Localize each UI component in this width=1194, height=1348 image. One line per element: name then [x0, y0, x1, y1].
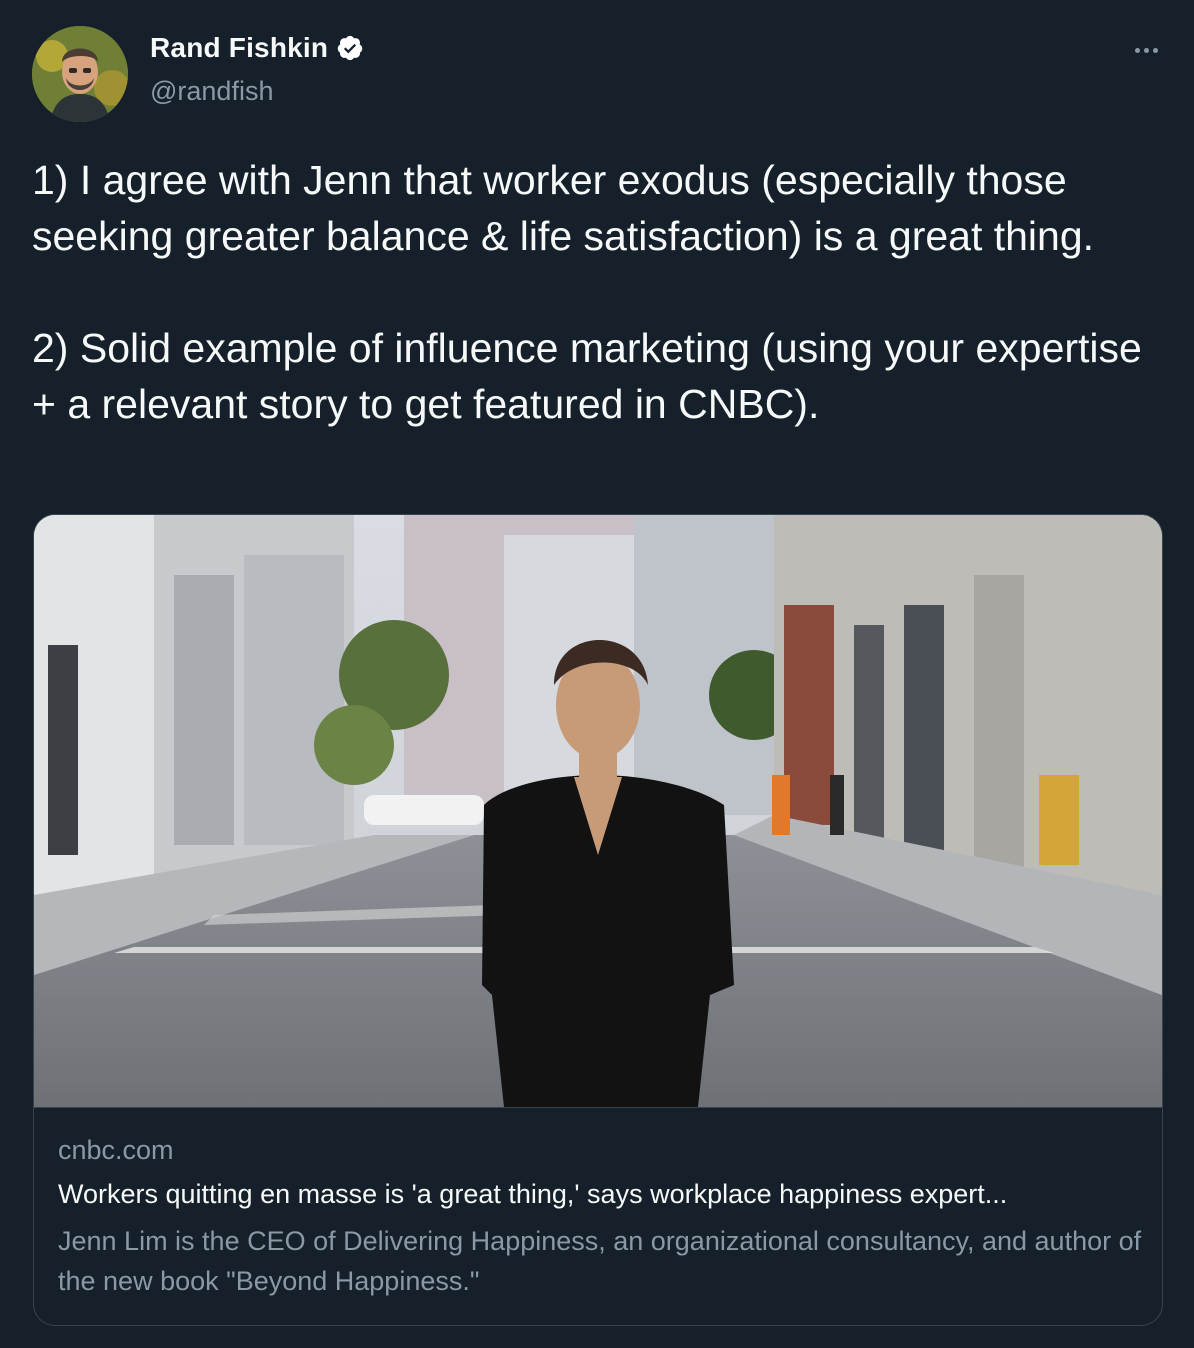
dot	[1134, 47, 1140, 53]
tweet-paragraph: 1) I agree with Jenn that worker exodus …	[32, 157, 1095, 259]
tweet: Rand Fishkin @randfish 1) I agree with J…	[0, 0, 1194, 1348]
verified-badge-icon	[336, 34, 364, 62]
card-title[interactable]: Workers quitting en masse is 'a great th…	[58, 1179, 1138, 1210]
dot	[1143, 47, 1149, 53]
avatar[interactable]	[32, 26, 128, 122]
avatar-image	[32, 26, 128, 122]
tweet-paragraph: 2) Solid example of influence marketing …	[32, 325, 1142, 427]
author-handle[interactable]: @randfish	[150, 76, 273, 107]
card-image[interactable]	[34, 515, 1162, 1107]
author-name-row[interactable]: Rand Fishkin	[150, 32, 364, 64]
card-domain: cnbc.com	[58, 1135, 174, 1165]
more-options-icon[interactable]	[1128, 36, 1164, 64]
tweet-text: 1) I agree with Jenn that worker exodus …	[32, 152, 1162, 432]
link-card[interactable]: cnbc.com Workers quitting en masse is 'a…	[33, 514, 1163, 1326]
dot	[1152, 47, 1158, 53]
display-name[interactable]: Rand Fishkin	[150, 32, 328, 64]
card-divider	[34, 1107, 1162, 1108]
card-description: Jenn Lim is the CEO of Delivering Happin…	[58, 1226, 1142, 1296]
